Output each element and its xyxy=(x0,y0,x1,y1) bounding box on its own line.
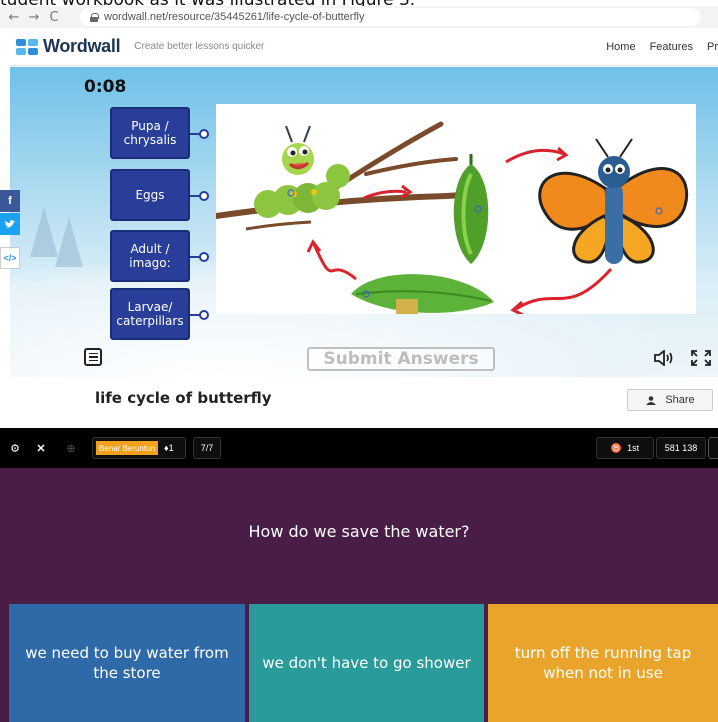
rank-icon: ♉ xyxy=(610,442,623,453)
question-counter: 7/7 xyxy=(193,437,221,459)
game-area: 0:08 Pupa / chrysalis Eggs Adult / imago… xyxy=(10,67,718,377)
speaker-icon[interactable] xyxy=(653,350,675,366)
tile-pin xyxy=(190,191,209,201)
fullscreen-toggle[interactable] xyxy=(708,437,718,459)
quiz-toolbar: ⚙ ✕ ⊕ Benar Beruntun ♦ 1 7/7 ♉ 1st 581 1… xyxy=(0,428,718,468)
lock-icon xyxy=(90,12,99,22)
reload-icon[interactable]: C xyxy=(44,10,64,25)
submit-answers-button[interactable]: Submit Answers xyxy=(307,347,495,371)
shuffle-icon[interactable]: ✕ xyxy=(32,439,50,457)
share-button[interactable]: Share xyxy=(627,389,713,411)
caterpillar-icon xyxy=(254,125,350,218)
player-status: Benar Beruntun ♦ 1 xyxy=(92,437,186,459)
game-controls: Submit Answers xyxy=(10,344,718,377)
site-nav: Home Features Pr xyxy=(592,28,718,66)
quiz-screen: ⚙ ✕ ⊕ Benar Beruntun ♦ 1 7/7 ♉ 1st 581 1… xyxy=(0,428,718,722)
game-timer: 0:08 xyxy=(84,77,127,97)
wordwall-logo-icon[interactable] xyxy=(16,38,38,55)
answer-option-1[interactable]: we need to buy water from the store xyxy=(9,604,245,722)
twitter-icon[interactable] xyxy=(0,213,20,235)
chrysalis-icon xyxy=(453,154,489,264)
site-tagline: Create better lessons quicker xyxy=(134,41,265,52)
player-progress-bar: Benar Beruntun xyxy=(96,441,159,455)
tile-pin xyxy=(190,310,209,320)
share-label: Share xyxy=(665,394,695,406)
embed-icon[interactable]: </> xyxy=(0,247,20,269)
forward-arrow-icon[interactable]: → xyxy=(24,10,44,25)
menu-icon[interactable] xyxy=(84,348,102,366)
tile-pin xyxy=(190,129,209,139)
nav-features[interactable]: Features xyxy=(650,41,693,53)
tile-pin xyxy=(190,252,209,262)
nav-home[interactable]: Home xyxy=(606,41,635,53)
label-tile-larvae[interactable]: Larvae/ caterpillars xyxy=(110,288,190,340)
lifecycle-image xyxy=(213,104,696,317)
score-display: 581 138 xyxy=(656,437,706,459)
label-tile-eggs[interactable]: Eggs xyxy=(110,169,190,221)
site-header: Wordwall Create better lessons quicker H… xyxy=(10,28,718,66)
browser-toolbar: ← → C wordwall.net/resource/35445261/lif… xyxy=(0,6,718,28)
player-name: Benar Beruntun xyxy=(99,443,156,453)
rank-display: ♉ 1st xyxy=(596,437,654,459)
nav-pricing[interactable]: Pr xyxy=(707,41,718,53)
label-tile-pupa[interactable]: Pupa / chrysalis xyxy=(110,107,190,159)
quiz-question: How do we save the water? xyxy=(248,522,470,541)
streak-count: 1 xyxy=(168,443,174,453)
answer-option-3[interactable]: turn off the running tap when not in use xyxy=(488,604,718,722)
activity-title: life cycle of butterfly xyxy=(95,389,272,407)
butterfly-lifecycle-illustration xyxy=(213,121,689,317)
settings-icon[interactable]: ⚙ xyxy=(6,439,24,457)
site-logo-text[interactable]: Wordwall xyxy=(43,36,121,57)
zoom-icon[interactable]: ⊕ xyxy=(62,439,80,457)
user-icon xyxy=(646,395,657,405)
facebook-icon[interactable]: f xyxy=(0,190,20,212)
url-text: wordwall.net/resource/35445261/life-cycl… xyxy=(104,11,365,23)
address-bar[interactable]: wordwall.net/resource/35445261/life-cycl… xyxy=(80,8,700,26)
rank-text: 1st xyxy=(627,443,640,453)
answer-option-2[interactable]: we don't have to go shower xyxy=(249,604,484,722)
fullscreen-icon[interactable] xyxy=(690,349,712,367)
label-tile-adult[interactable]: Adult / imago: xyxy=(110,230,190,282)
back-arrow-icon[interactable]: ← xyxy=(4,10,24,25)
leaf-icon xyxy=(351,274,494,314)
